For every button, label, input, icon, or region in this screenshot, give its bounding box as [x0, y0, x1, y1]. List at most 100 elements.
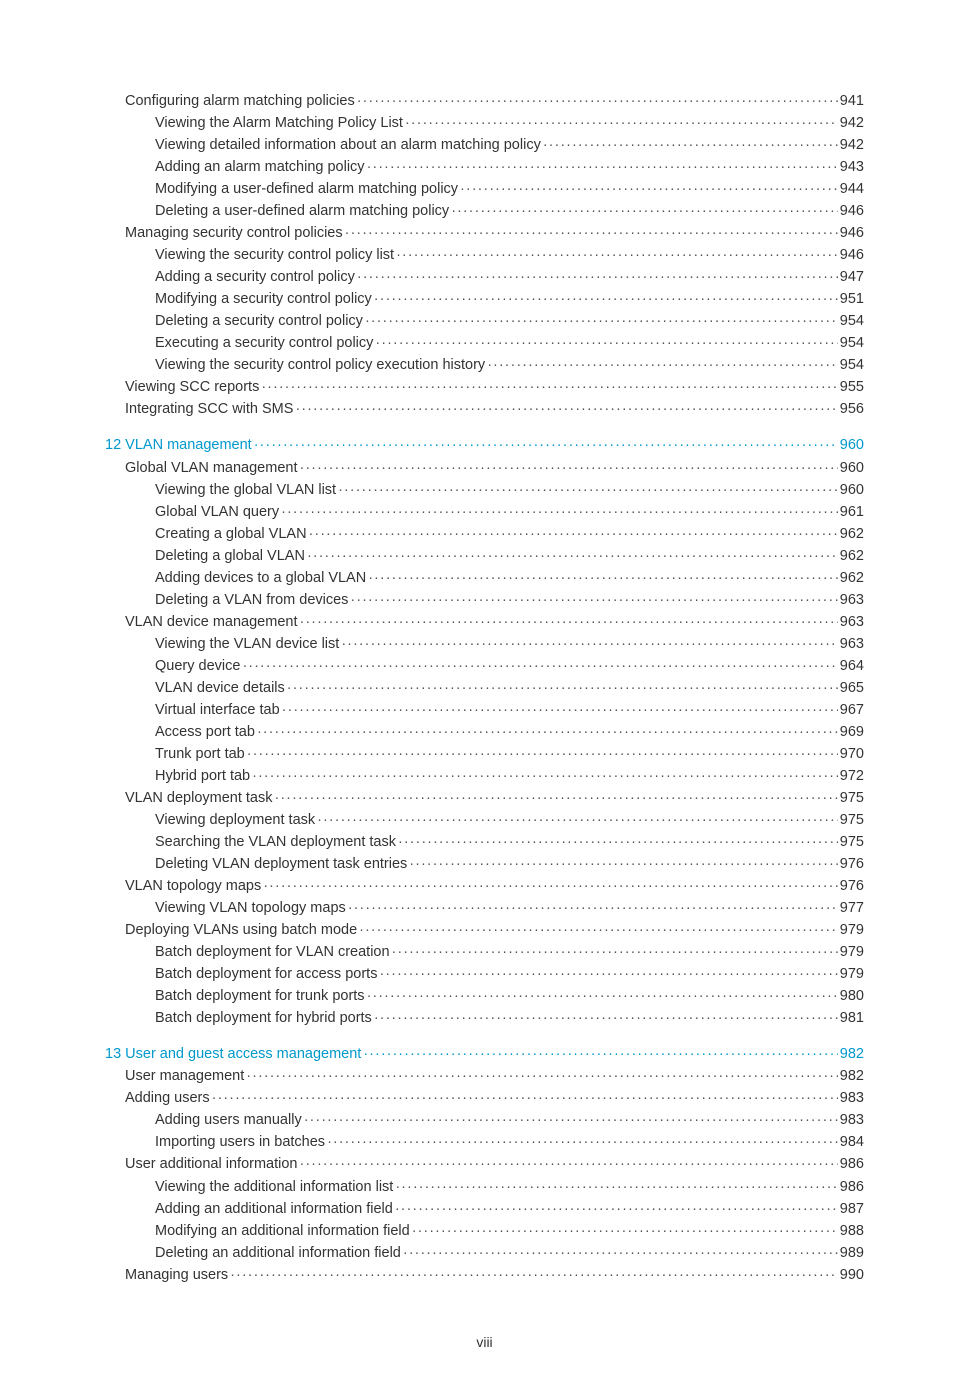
toc-entry-title: Deleting an additional information field: [155, 1242, 401, 1264]
toc-entry[interactable]: Deploying VLANs using batch mode979: [105, 919, 864, 941]
toc-entry[interactable]: Viewing detailed information about an al…: [105, 134, 864, 156]
toc-entry-page: 979: [840, 941, 864, 963]
toc-entry[interactable]: Integrating SCC with SMS956: [105, 398, 864, 420]
toc-entry[interactable]: Viewing deployment task975: [105, 809, 864, 831]
toc-entry-title: User management: [125, 1065, 244, 1087]
toc-leader: [281, 501, 838, 523]
toc-entry[interactable]: VLAN deployment task975: [105, 787, 864, 809]
toc-entry[interactable]: Global VLAN management960: [105, 457, 864, 479]
toc-entry-title: Batch deployment for VLAN creation: [155, 941, 390, 963]
toc-entry[interactable]: Viewing the security control policy exec…: [105, 354, 864, 376]
toc-leader: [543, 134, 838, 156]
toc-entry[interactable]: Viewing VLAN topology maps977: [105, 897, 864, 919]
toc-entry[interactable]: Searching the VLAN deployment task975: [105, 831, 864, 853]
toc-entry[interactable]: Batch deployment for VLAN creation 979: [105, 941, 864, 963]
toc-entry-title: Adding an alarm matching policy: [155, 156, 365, 178]
toc-entry[interactable]: Deleting an additional information field…: [105, 1242, 864, 1264]
toc-leader: [345, 222, 838, 244]
toc-leader: [295, 398, 837, 420]
toc-entry-title: Viewing the Alarm Matching Policy List: [155, 112, 403, 134]
toc-entry[interactable]: Importing users in batches984: [105, 1131, 864, 1153]
toc-entry[interactable]: Deleting a global VLAN962: [105, 545, 864, 567]
toc-leader: [350, 589, 837, 611]
toc-entry-page: 955: [840, 376, 864, 398]
toc-entry[interactable]: Modifying a user-defined alarm matching …: [105, 178, 864, 200]
toc-entry[interactable]: Deleting a VLAN from devices963: [105, 589, 864, 611]
toc-chapter-entry[interactable]: 13 User and guest access management982: [105, 1043, 864, 1065]
toc-entry[interactable]: Deleting a security control policy954: [105, 310, 864, 332]
toc-entry[interactable]: Creating a global VLAN962: [105, 523, 864, 545]
toc-entry[interactable]: Executing a security control policy954: [105, 332, 864, 354]
toc-entry[interactable]: Deleting a user-defined alarm matching p…: [105, 200, 864, 222]
toc-entry[interactable]: Batch deployment for access ports 979: [105, 963, 864, 985]
toc-leader: [341, 633, 837, 655]
toc-entry[interactable]: Trunk port tab970: [105, 743, 864, 765]
toc-entry-page: 962: [840, 523, 864, 545]
toc-entry-page: 982: [840, 1065, 864, 1087]
toc-entry-page: 976: [840, 853, 864, 875]
toc-entry-title: Viewing deployment task: [155, 809, 315, 831]
toc-entry-page: 946: [840, 200, 864, 222]
toc-entry[interactable]: Virtual interface tab967: [105, 699, 864, 721]
toc-entry[interactable]: Batch deployment for hybrid ports981: [105, 1007, 864, 1029]
toc-entry[interactable]: Viewing SCC reports 955: [105, 376, 864, 398]
toc-entry-page: 976: [840, 875, 864, 897]
toc-entry[interactable]: Configuring alarm matching policies941: [105, 90, 864, 112]
toc-entry[interactable]: Viewing the global VLAN list960: [105, 479, 864, 501]
toc-entry[interactable]: Query device964: [105, 655, 864, 677]
toc-entry[interactable]: VLAN device details965: [105, 677, 864, 699]
toc-entry-title: Trunk port tab: [155, 743, 245, 765]
toc-leader: [247, 743, 838, 765]
toc-entry[interactable]: Managing users990: [105, 1264, 864, 1286]
toc-entry[interactable]: Adding an alarm matching policy943: [105, 156, 864, 178]
toc-entry-page: 975: [840, 831, 864, 853]
toc-entry-title: Adding a security control policy: [155, 266, 355, 288]
toc-entry-page: 967: [840, 699, 864, 721]
toc-entry-title: Viewing SCC reports: [125, 376, 259, 398]
toc-entry[interactable]: Viewing the Alarm Matching Policy List94…: [105, 112, 864, 134]
toc-entry-page: 962: [840, 545, 864, 567]
toc-entry-page: 988: [840, 1220, 864, 1242]
toc-entry-title: 13 User and guest access management: [105, 1043, 361, 1065]
toc-entry[interactable]: Adding users manually983: [105, 1109, 864, 1131]
toc-leader: [254, 434, 838, 456]
toc-entry[interactable]: Access port tab969: [105, 721, 864, 743]
toc-entry[interactable]: Modifying an additional information fiel…: [105, 1220, 864, 1242]
toc-chapter-entry[interactable]: 12 VLAN management960: [105, 434, 864, 456]
toc-entry[interactable]: Adding an additional information field98…: [105, 1198, 864, 1220]
toc-entry-page: 954: [840, 310, 864, 332]
toc-leader: [368, 567, 838, 589]
toc-leader: [365, 310, 838, 332]
toc-entry[interactable]: Batch deployment for trunk ports980: [105, 985, 864, 1007]
toc-leader: [367, 156, 838, 178]
toc-entry[interactable]: Adding a security control policy947: [105, 266, 864, 288]
toc-entry-title: Viewing VLAN topology maps: [155, 897, 346, 919]
toc-entry[interactable]: Deleting VLAN deployment task entries976: [105, 853, 864, 875]
toc-entry-title: Adding devices to a global VLAN: [155, 567, 366, 589]
toc-entry[interactable]: Adding devices to a global VLAN962: [105, 567, 864, 589]
toc-entry-page: 980: [840, 985, 864, 1007]
toc-entry[interactable]: Viewing the security control policy list…: [105, 244, 864, 266]
toc-entry[interactable]: Hybrid port tab972: [105, 765, 864, 787]
toc-entry-title: VLAN topology maps: [125, 875, 261, 897]
toc-entry[interactable]: Modifying a security control policy951: [105, 288, 864, 310]
toc-entry[interactable]: Viewing the additional information list9…: [105, 1176, 864, 1198]
toc-entry[interactable]: Adding users983: [105, 1087, 864, 1109]
toc-entry[interactable]: User additional information986: [105, 1153, 864, 1175]
toc-entry-page: 946: [840, 244, 864, 266]
toc-entry-page: 990: [840, 1264, 864, 1286]
toc-leader: [451, 200, 838, 222]
toc-entry[interactable]: VLAN topology maps 976: [105, 875, 864, 897]
toc-entry[interactable]: User management 982: [105, 1065, 864, 1087]
toc-entry[interactable]: VLAN device management963: [105, 611, 864, 633]
toc-leader: [317, 809, 838, 831]
toc-entry-title: Batch deployment for access ports: [155, 963, 377, 985]
toc-entry-page: 969: [840, 721, 864, 743]
toc-entry-page: 954: [840, 354, 864, 376]
toc-entry-page: 956: [840, 398, 864, 420]
toc-entry-title: Viewing the VLAN device list: [155, 633, 339, 655]
toc-entry-page: 979: [840, 963, 864, 985]
toc-entry[interactable]: Global VLAN query961: [105, 501, 864, 523]
toc-entry[interactable]: Viewing the VLAN device list963: [105, 633, 864, 655]
toc-entry[interactable]: Managing security control policies946: [105, 222, 864, 244]
